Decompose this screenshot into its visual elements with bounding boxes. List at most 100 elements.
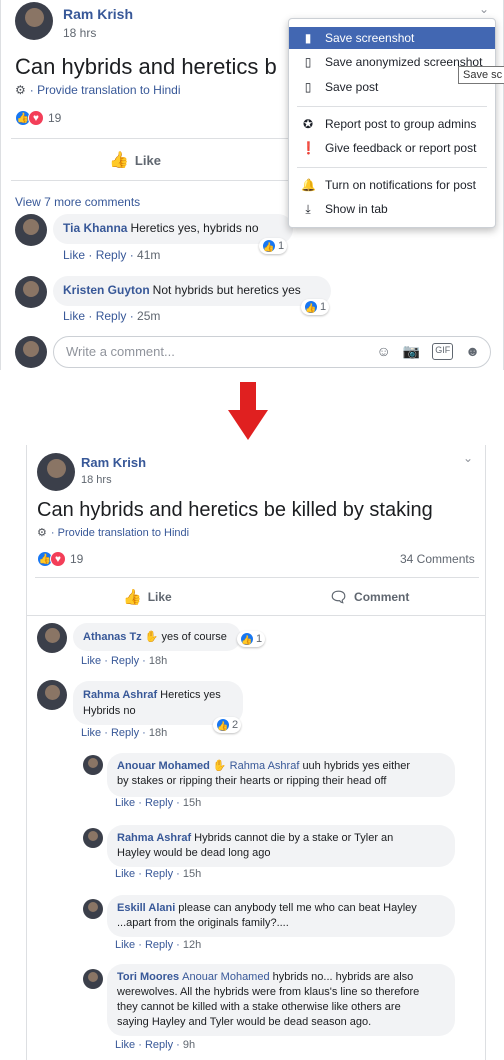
reply-time[interactable]: 15h bbox=[183, 797, 201, 809]
commenter-name[interactable]: Athanas Tz bbox=[83, 631, 142, 643]
commenter-avatar[interactable] bbox=[37, 680, 67, 710]
alert-icon: ❗ bbox=[301, 141, 316, 155]
reply-time[interactable]: 15h bbox=[183, 868, 201, 880]
post-time[interactable]: 18 hrs bbox=[63, 26, 96, 40]
reaction-summary[interactable]: 👍 ♥ 19 bbox=[15, 110, 61, 126]
comment-like-link[interactable]: Like bbox=[63, 309, 85, 323]
menu-item-show-in-tab[interactable]: ⤓ Show in tab bbox=[289, 198, 495, 220]
camera-icon[interactable]: 📷 bbox=[403, 343, 420, 360]
comment-input-icons: ☺ 📷 GIF ☻ bbox=[377, 343, 480, 360]
reply-bubble: Anouar Mohamed ✋ Rahma Ashraf uuh hybrids… bbox=[107, 753, 455, 797]
replier-avatar[interactable] bbox=[83, 755, 103, 775]
commenter-avatar[interactable] bbox=[37, 623, 67, 653]
commenter-avatar[interactable] bbox=[15, 276, 47, 308]
comment-count[interactable]: 34 Comments bbox=[400, 552, 475, 566]
comment-time[interactable]: 41m bbox=[137, 248, 160, 262]
comment-input[interactable]: Write a comment... ☺ 📷 GIF ☻ bbox=[53, 336, 491, 368]
reply-reply-link[interactable]: Reply bbox=[145, 939, 173, 951]
gif-icon[interactable]: GIF bbox=[432, 343, 454, 360]
comment-button[interactable]: 🗨 Comment bbox=[329, 588, 409, 606]
reply-reply-link[interactable]: Reply bbox=[145, 868, 173, 880]
like-button[interactable]: 👍 Like bbox=[109, 150, 161, 170]
reply-like-link[interactable]: Like bbox=[115, 868, 135, 880]
bookmark-outline-icon: ▯ bbox=[304, 55, 312, 69]
reaction-summary[interactable]: 👍 ♥ 19 bbox=[37, 551, 83, 567]
replier-name[interactable]: Anouar Mohamed bbox=[117, 760, 210, 772]
author-avatar[interactable] bbox=[37, 453, 75, 491]
replier-name[interactable]: Eskill Alani bbox=[117, 902, 175, 914]
reply-like-link[interactable]: Like bbox=[115, 939, 135, 951]
reply-time[interactable]: 9h bbox=[183, 1039, 195, 1051]
menu-item-turn-on-notifications[interactable]: 🔔 Turn on notifications for post bbox=[289, 174, 495, 196]
reply-actions: Like · Reply · 15h bbox=[115, 868, 202, 880]
replier-name[interactable]: Tori Moores bbox=[117, 971, 179, 983]
mention-tag[interactable]: Anouar Mohamed bbox=[182, 971, 269, 983]
translation-link[interactable]: ⚙ · Provide translation to Hindi bbox=[37, 526, 189, 539]
comment-reaction-badge[interactable]: 👍 2 bbox=[213, 717, 242, 733]
replier-name[interactable]: Rahma Ashraf bbox=[117, 832, 191, 844]
replier-avatar[interactable] bbox=[83, 828, 103, 848]
commenter-name[interactable]: Tia Khanna bbox=[63, 221, 127, 235]
love-reaction-icon: ♥ bbox=[50, 551, 66, 567]
menu-separator bbox=[297, 167, 487, 168]
translation-link[interactable]: ⚙ · Provide translation to Hindi bbox=[15, 83, 181, 97]
reply-text: uuh hybrids yes either bbox=[302, 760, 411, 772]
gear-icon: ⚙ bbox=[15, 83, 26, 97]
comment-text: Heretics yes bbox=[160, 689, 221, 701]
reply-reply-link[interactable]: Reply bbox=[145, 1039, 173, 1051]
comment-reply-link[interactable]: Reply bbox=[111, 727, 139, 739]
reply-time[interactable]: 12h bbox=[183, 939, 201, 951]
tooltip: Save sc bbox=[458, 66, 504, 84]
thumbs-up-icon: 👍 bbox=[123, 589, 142, 606]
emoji-icon[interactable]: ☺ bbox=[377, 343, 391, 360]
author-name[interactable]: Ram Krish bbox=[63, 6, 133, 22]
shield-star-icon: ✪ bbox=[302, 117, 314, 131]
author-avatar[interactable] bbox=[15, 2, 53, 40]
author-name[interactable]: Ram Krish bbox=[81, 455, 146, 470]
commenter-avatar[interactable] bbox=[15, 214, 47, 246]
user-avatar[interactable] bbox=[15, 336, 47, 368]
sticker-icon[interactable]: ☻ bbox=[465, 343, 480, 360]
commenter-name[interactable]: Kristen Guyton bbox=[63, 283, 150, 297]
post-options-menu: ▮ Save screenshot ▯ Save anonymized screen… bbox=[288, 18, 496, 228]
comment-actions: Like · Reply · 41m bbox=[63, 248, 161, 262]
comment-actions: Like · Reply · 18h bbox=[81, 727, 168, 739]
comment-like-link[interactable]: Like bbox=[81, 727, 101, 739]
menu-item-report-to-admins[interactable]: ✪ Report post to group admins bbox=[289, 113, 495, 135]
comment-reply-link[interactable]: Reply bbox=[96, 309, 127, 323]
reply-text-line2: Hayley would be dead long ago bbox=[117, 847, 271, 859]
replier-avatar[interactable] bbox=[83, 899, 103, 919]
post-title: Can hybrids and heretics b bbox=[15, 54, 277, 79]
menu-item-save-screenshot[interactable]: ▮ Save screenshot bbox=[289, 27, 495, 49]
reply-reply-link[interactable]: Reply bbox=[145, 797, 173, 809]
mention-tag[interactable]: Rahma Ashraf bbox=[230, 760, 300, 772]
bookmark-icon: ▮ bbox=[304, 31, 312, 45]
chevron-down-icon[interactable]: ⌄ bbox=[463, 451, 473, 465]
comment-actions: Like · Reply · 25m bbox=[63, 309, 161, 323]
comment-reply-link[interactable]: Reply bbox=[96, 248, 127, 262]
comment-time[interactable]: 18h bbox=[149, 727, 167, 739]
menu-separator bbox=[297, 106, 487, 107]
reply-like-link[interactable]: Like bbox=[115, 1039, 135, 1051]
hand-icon: ✋ bbox=[144, 631, 162, 643]
comment-time[interactable]: 18h bbox=[149, 655, 167, 667]
comment-like-link[interactable]: Like bbox=[81, 655, 101, 667]
reply-bubble: Tori Moores Anouar Mohamed hybrids no... … bbox=[107, 964, 455, 1036]
like-reaction-icon: 👍 bbox=[262, 239, 276, 253]
comment-like-link[interactable]: Like bbox=[63, 248, 85, 262]
menu-item-give-feedback[interactable]: ❗ Give feedback or report post bbox=[289, 137, 495, 159]
replier-avatar[interactable] bbox=[83, 969, 103, 989]
comment-reaction-badge[interactable]: 👍 1 bbox=[301, 299, 330, 315]
reply-like-link[interactable]: Like bbox=[115, 797, 135, 809]
comment-reply-link[interactable]: Reply bbox=[111, 655, 139, 667]
chevron-down-icon[interactable]: ⌄ bbox=[479, 2, 489, 16]
comment-reaction-badge[interactable]: 👍 1 bbox=[259, 238, 288, 254]
like-button[interactable]: 👍 Like bbox=[123, 588, 172, 606]
view-more-comments[interactable]: View 7 more comments bbox=[15, 195, 140, 209]
comment-time[interactable]: 25m bbox=[137, 309, 160, 323]
post-time[interactable]: 18 hrs bbox=[81, 474, 112, 486]
commenter-name[interactable]: Rahma Ashraf bbox=[83, 689, 157, 701]
post-panel-top: Ram Krish 18 hrs ⌄ Can hybrids and heret… bbox=[0, 0, 504, 370]
reply-actions: Like · Reply · 12h bbox=[115, 939, 202, 951]
comment-reaction-badge[interactable]: 👍 1 bbox=[237, 631, 266, 647]
